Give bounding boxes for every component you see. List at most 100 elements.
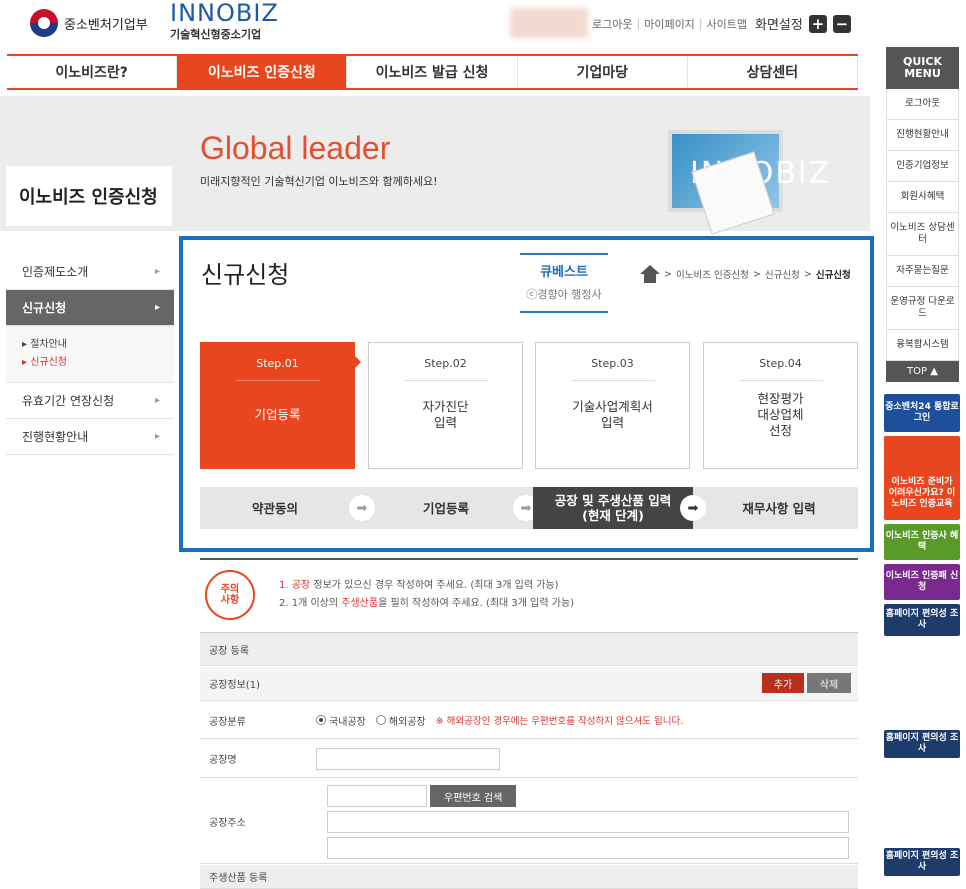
brand-name: INNOBIZ <box>170 0 279 27</box>
caution-badge: 주의 사항 <box>205 570 255 620</box>
step-divider <box>235 380 320 381</box>
promo-benefits[interactable]: 이노비즈 인증사 혜택 <box>884 524 960 560</box>
factory-name-row: 공장명 <box>200 740 858 778</box>
quick-benefits[interactable]: 회원사혜택 <box>886 182 959 213</box>
sidebar-item-label: 신규신청 <box>22 301 67 315</box>
promo-survey[interactable]: 홈페이지 편의성 조사 <box>884 848 960 876</box>
current-step-note: (현재 단계) <box>582 508 644 523</box>
step-1: Step.01 기업등록 <box>200 342 361 469</box>
promo-survey[interactable]: 홈페이지 편의성 조사 <box>884 604 960 636</box>
factory-name-label: 공장명 <box>209 755 237 766</box>
breadcrumb: > 이노비즈 인증신청 > 신규신청 > 신규신청 <box>640 265 851 283</box>
nav-certification[interactable]: 이노비즈 인증신청 <box>177 56 348 88</box>
sidebar-item-label: 진행현황안내 <box>22 430 89 444</box>
ministry-logo[interactable]: 중소벤처기업부 <box>30 6 148 40</box>
sitemap-link[interactable]: 사이트맵 <box>707 16 747 32</box>
substep-factory-current: 공장 및 주생산품 입력 (현재 단계) <box>533 487 693 529</box>
factory-section-header: 공장 등록 <box>200 632 858 666</box>
nav-innobiz-about[interactable]: 이노비즈란? <box>7 56 178 88</box>
brand-subtitle: 기술혁신형중소기업 <box>170 28 262 41</box>
step-number: Step.02 <box>424 357 467 370</box>
blurred-user-info <box>510 8 588 38</box>
step-3: Step.03 기술사업계획서 입력 <box>535 342 690 469</box>
chevron-right-icon: ▸ <box>154 302 160 313</box>
step-divider <box>570 380 655 381</box>
factory-info-label: 공장정보(1) <box>209 680 260 691</box>
arrow-right-icon: ➡ <box>349 495 375 521</box>
sidebar-item-label: 유효기간 연장신청 <box>22 394 115 408</box>
quick-menu-header: QUICK MENU <box>886 47 959 89</box>
zipcode-search-button[interactable]: 우편번호 검색 <box>430 785 517 807</box>
nav-issuance[interactable]: 이노비즈 발급 신청 <box>347 56 518 88</box>
watermark-sub: ⓒ경향아 행정사 <box>526 288 602 301</box>
sidebar-item-intro[interactable]: 인증제도소개 ▸ <box>6 254 174 290</box>
quick-convergence-system[interactable]: 융복합시스템 <box>886 330 959 361</box>
overseas-note: ※ 해외공장인 경우에는 우편번호를 작성하지 않으셔도 됩니다. <box>435 716 684 727</box>
mypage-link[interactable]: 마이페이지 <box>644 16 695 32</box>
sidebar-item-renewal[interactable]: 유효기간 연장신청 ▸ <box>6 383 174 419</box>
sidebar-submenu: ▸ 절차안내 ▸ 신규신청 <box>6 326 174 383</box>
zoom-in-icon[interactable]: + <box>808 14 827 33</box>
quick-regulation-download[interactable]: 운영규정 다운로드 <box>886 287 959 330</box>
factory-address-label: 공장주소 <box>209 817 246 829</box>
banner-title: Global leader <box>200 130 391 166</box>
step-name: 기업등록 <box>254 407 301 422</box>
address-input[interactable] <box>327 811 849 833</box>
quick-counseling[interactable]: 이노비즈 상담센터 <box>886 213 959 256</box>
breadcrumb-item[interactable]: 신규신청 <box>765 267 800 281</box>
caution-badge-line: 사항 <box>220 595 240 606</box>
nav-counseling[interactable]: 상담센터 <box>688 56 859 88</box>
step-name: 기술사업계획서 입력 <box>572 399 653 430</box>
logout-link[interactable]: 로그아웃 <box>592 16 632 32</box>
sidebar-item-status[interactable]: 진행현황안내 ▸ <box>6 419 174 455</box>
quick-faq[interactable]: 자주묻는질문 <box>886 256 959 287</box>
util-separator: | <box>636 17 641 30</box>
breadcrumb-item[interactable]: 이노비즈 인증신청 <box>676 267 749 281</box>
promo-integrated-login[interactable]: 중소벤처24 통합로그인 <box>884 394 960 432</box>
radio-domestic[interactable]: 국내공장 <box>316 713 366 728</box>
zipcode-input[interactable] <box>327 785 427 807</box>
main-navigation: 이노비즈란? 이노비즈 인증신청 이노비즈 발급 신청 기업마당 상담센터 <box>7 54 859 90</box>
chevron-right-icon: ▸ <box>154 395 160 406</box>
promo-survey[interactable]: 홈페이지 편의성 조사 <box>884 730 960 758</box>
sidebar-subitem-new[interactable]: ▸ 신규신청 <box>22 354 174 372</box>
quick-logout[interactable]: 로그아웃 <box>886 89 959 120</box>
quick-menu: QUICK MENU 로그아웃 진행현황안내 인증기업정보 회원사혜택 이노비즈… <box>886 47 959 382</box>
product-section-header: 주생산품 등록 <box>200 865 858 889</box>
substep-finance: 재무사항 입력 <box>742 500 816 516</box>
promo-education[interactable]: 이노비즈 준비가 어려우신가요? 이노비즈 인증교육 <box>884 436 960 520</box>
nav-business-square[interactable]: 기업마당 <box>518 56 688 88</box>
chevron-right-icon: ▸ <box>154 266 160 277</box>
sidebar-subitem-procedure[interactable]: ▸ 절차안내 <box>22 336 174 354</box>
address-detail-input[interactable] <box>327 837 849 859</box>
factory-type-label: 공장분류 <box>209 716 246 728</box>
page-title: 신규신청 <box>201 261 290 289</box>
factory-name-input[interactable] <box>316 747 500 770</box>
substep-terms: 약관동의 <box>251 500 298 516</box>
promo-plaque[interactable]: 이노비즈 인증패 신청 <box>884 564 960 600</box>
section-label: 이노비즈 인증신청 <box>6 166 172 226</box>
watermark-name: 큐베스트 <box>540 265 588 280</box>
radio-overseas[interactable]: 해외공장 <box>375 713 426 728</box>
scroll-top-button[interactable]: TOP ▲ <box>886 361 959 382</box>
delete-button[interactable]: 삭제 <box>807 673 851 693</box>
step-name: 자가진단 입력 <box>422 399 469 430</box>
step-divider <box>738 380 823 381</box>
innobiz-logo[interactable]: INNOBIZ 기술혁신형중소기업 <box>170 0 279 42</box>
sidebar-item-new-application[interactable]: 신규신청 ▸ <box>6 290 174 326</box>
radio-unchecked-icon <box>375 715 386 725</box>
home-icon[interactable] <box>640 265 660 283</box>
breadcrumb-current: 신규신청 <box>815 270 851 281</box>
chevron-right-icon: ▸ <box>154 431 160 442</box>
zoom-setting-label: 화면설정 <box>755 18 803 33</box>
factory-type-row: 공장분류 국내공장 해외공장 ※ 해외공장인 경우에는 우편번호를 작성하지 않… <box>200 702 858 739</box>
banner-subtitle: 미래지향적인 기술혁신기업 이노비즈와 함께하세요! <box>200 175 438 188</box>
util-separator: | <box>698 17 703 30</box>
section-title: 공장 등록 <box>209 645 249 657</box>
add-button[interactable]: 추가 <box>762 673 804 693</box>
quick-status[interactable]: 진행현황안내 <box>886 120 959 151</box>
quick-company-info[interactable]: 인증기업정보 <box>886 151 959 182</box>
zoom-out-icon[interactable]: − <box>832 14 851 33</box>
utility-links: 로그아웃 | 마이페이지 | 사이트맵 화면설정 + − <box>592 14 851 33</box>
breadcrumb-sep: > <box>664 268 672 280</box>
